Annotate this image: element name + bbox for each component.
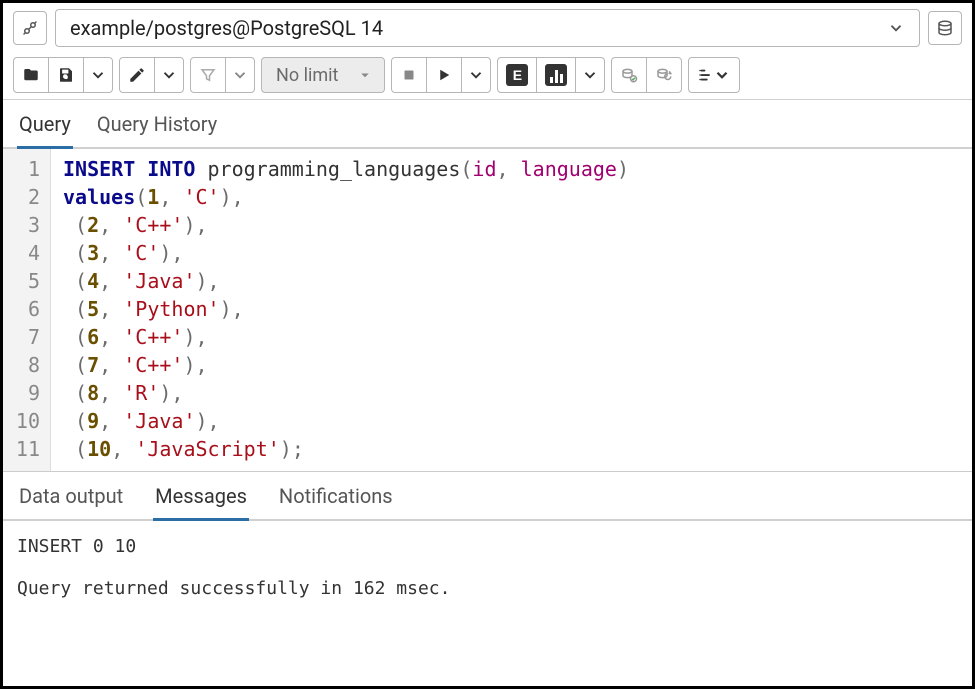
editor-tabbar: Query Query History [3, 100, 972, 149]
execute-button[interactable] [426, 58, 461, 92]
sql-editor[interactable]: 1234567891011 INSERT INTO programming_la… [3, 149, 972, 472]
connection-status-icon[interactable] [13, 11, 47, 45]
open-file-button[interactable] [14, 58, 48, 92]
row-limit-selector[interactable]: No limit [261, 57, 385, 93]
tab-query-history[interactable]: Query History [95, 104, 219, 149]
edit-button[interactable] [120, 58, 154, 92]
save-dropdown[interactable] [83, 58, 112, 92]
message-line: INSERT 0 10 [17, 533, 958, 561]
chevron-down-icon [887, 19, 905, 37]
rollback-button[interactable] [646, 58, 681, 92]
line-number-gutter: 1234567891011 [3, 149, 51, 471]
explain-button[interactable]: E [498, 58, 536, 92]
execute-group [391, 57, 491, 93]
explain-group: E [497, 57, 605, 93]
macro-group [688, 57, 740, 93]
row-limit-label: No limit [276, 65, 338, 86]
edit-dropdown[interactable] [154, 58, 183, 92]
edit-group [119, 57, 184, 93]
execute-dropdown[interactable] [461, 58, 490, 92]
save-button[interactable] [48, 58, 83, 92]
message-line: Query returned successfully in 162 msec. [17, 575, 958, 603]
connection-selector[interactable]: example/postgres@PostgreSQL 14 [55, 9, 920, 47]
commit-group [611, 57, 682, 93]
filter-dropdown[interactable] [225, 58, 254, 92]
caret-down-icon [356, 66, 374, 84]
macros-button[interactable] [689, 58, 739, 92]
commit-button[interactable] [612, 58, 646, 92]
filter-group [190, 57, 255, 93]
filter-button[interactable] [191, 58, 225, 92]
explain-dropdown[interactable] [575, 58, 604, 92]
file-group [13, 57, 113, 93]
tab-notifications[interactable]: Notifications [277, 476, 395, 521]
chart-icon [545, 64, 567, 86]
output-tabbar: Data output Messages Notifications [3, 472, 972, 521]
connection-bar: example/postgres@PostgreSQL 14 [3, 3, 972, 53]
tab-query[interactable]: Query [17, 104, 73, 149]
query-toolbar: No limit E [3, 53, 972, 100]
connection-label: example/postgres@PostgreSQL 14 [70, 16, 881, 40]
explain-icon: E [506, 64, 528, 86]
explain-analyze-button[interactable] [536, 58, 575, 92]
tab-messages[interactable]: Messages [153, 476, 249, 521]
stop-button[interactable] [392, 58, 426, 92]
sql-code-area[interactable]: INSERT INTO programming_languages(id, la… [51, 149, 641, 471]
server-icon-button[interactable] [928, 11, 962, 45]
messages-panel: INSERT 0 10 Query returned successfully … [3, 521, 972, 615]
tab-data-output[interactable]: Data output [17, 476, 125, 521]
